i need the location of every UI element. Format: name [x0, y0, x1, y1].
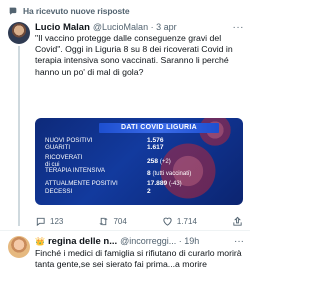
thread-line — [18, 46, 20, 226]
media-row-value: 258 (+2) — [147, 158, 171, 165]
reply-count: 123 — [50, 216, 64, 226]
tweet-media-image[interactable]: DATI COVID LIGURIA NUOVI POSITIVI 1.576 … — [35, 118, 243, 205]
heart-icon — [163, 217, 172, 226]
media-row-value: 2 — [147, 188, 151, 195]
reply-button[interactable]: 123 — [35, 216, 63, 227]
new-replies-notice: Ha ricevuto nuove risposte — [8, 5, 130, 17]
media-row-value: 8 (tutti vaccinati) — [147, 170, 192, 177]
author-handle-time[interactable]: @LucioMalan · 3 apr — [93, 22, 177, 32]
media-row-value: 1.576 — [147, 137, 164, 144]
media-row-value: 1.617 — [147, 144, 164, 151]
author-name[interactable]: Lucio Malan — [35, 22, 90, 33]
media-row-value: 17.889 (-43) — [147, 180, 182, 187]
tweet-divider — [0, 230, 250, 231]
retweet-icon — [99, 217, 109, 225]
reply-author-name[interactable]: regina delle n... — [48, 236, 117, 247]
tweet-actions: 123 704 1.714 — [35, 215, 243, 227]
retweet-button[interactable]: 704 — [98, 216, 127, 227]
reply-text: Finché i medici di famiglia si rifiutano… — [35, 248, 242, 270]
crown-emoji-icon: 👑 — [35, 237, 45, 246]
reply-icon — [36, 217, 45, 226]
media-row-label: RICOVERATI di cui TERAPIA INTENSIVA — [45, 154, 106, 175]
notice-text: Ha ricevuto nuove risposte — [23, 6, 130, 16]
reply-header: 👑 regina delle n... @incorreggi... · 19h — [35, 236, 199, 247]
retweet-count: 704 — [113, 216, 127, 226]
terapia-intensiva-label: TERAPIA INTENSIVA — [45, 167, 106, 175]
share-icon — [233, 216, 242, 226]
author-avatar[interactable] — [8, 22, 30, 44]
media-row-label: ATTUALMENTE POSITIVI — [45, 180, 118, 187]
like-count: 1.714 — [176, 216, 197, 226]
reply-author-avatar[interactable] — [8, 236, 30, 258]
more-options-icon[interactable]: ··· — [233, 22, 245, 33]
share-button[interactable] — [232, 216, 243, 227]
media-row-label: DECESSI — [45, 188, 73, 195]
media-row-label: GUARITI — [45, 144, 71, 151]
media-title: DATI COVID LIGURIA — [99, 123, 219, 133]
like-button[interactable]: 1.714 — [162, 216, 197, 227]
tweet-text: "Il vaccino protegge dalle conseguenze g… — [35, 33, 233, 77]
reply-author-handle-time[interactable]: @incorreggi... · 19h — [120, 236, 199, 246]
reply-notification-icon — [9, 7, 17, 15]
tweet-header: Lucio Malan @LucioMalan · 3 apr — [35, 22, 177, 33]
reply-more-options-icon[interactable]: ··· — [234, 236, 244, 247]
